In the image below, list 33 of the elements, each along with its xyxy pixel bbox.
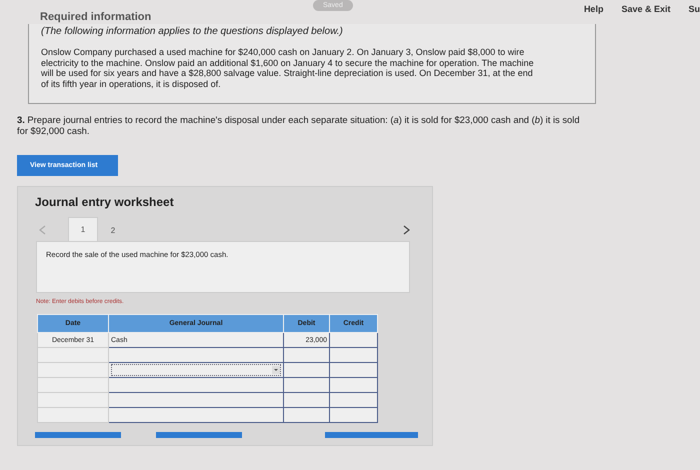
credit-input[interactable] xyxy=(330,362,378,378)
caret-icon xyxy=(272,366,280,374)
worksheet-title: Journal entry worksheet xyxy=(35,195,175,209)
account-input[interactable] xyxy=(108,378,284,392)
question-text: 3. Prepare journal entries to record the machine's disposal under each separate situation: (a) it is sold for $23,000 cash and (b) it is sold for $92,000 cash. xyxy=(17,114,581,136)
credit-input[interactable] xyxy=(330,332,378,348)
debit-input[interactable] xyxy=(284,362,330,378)
chevron-right-icon[interactable] xyxy=(403,225,410,235)
info-note: (The following information applies to the questions displayed below.) xyxy=(41,26,344,37)
date-cell xyxy=(38,348,108,362)
debit-input[interactable] xyxy=(284,378,330,392)
credit-input[interactable] xyxy=(330,348,378,362)
debit-input[interactable] xyxy=(284,408,330,422)
account-input[interactable] xyxy=(108,408,284,422)
debit-input[interactable] xyxy=(284,392,330,408)
header-link[interactable]: Help xyxy=(584,4,604,14)
date-cell xyxy=(38,378,108,392)
date-cell xyxy=(38,408,108,422)
credit-input[interactable] xyxy=(330,392,378,408)
date-cell xyxy=(38,362,108,378)
debit-input[interactable] xyxy=(284,348,330,362)
worksheet-tab[interactable]: 1 xyxy=(68,217,98,241)
date-cell xyxy=(38,392,108,408)
worksheet-tab[interactable]: 2 xyxy=(98,219,128,241)
credit-input[interactable] xyxy=(330,378,378,392)
account-input[interactable] xyxy=(108,392,284,408)
account-dropdown[interactable] xyxy=(108,362,284,378)
header-link[interactable]: Su xyxy=(688,4,700,14)
account-input[interactable] xyxy=(108,348,284,362)
credit-input[interactable] xyxy=(330,408,378,422)
section-title: Required information xyxy=(40,12,152,23)
info-paragraph: Onslow Company purchased a used machine for $240,000 cash on January 2. On January 3, Onslow paid $8,000 to wire electricity to the machine. Onslow paid an additional $1,600 on January 4 to secure the machine for operation. The machine will be used for six years and have a $28,800 salvage value. Straight-line depreciation is used. On December 31, at the end of its fifth year in operations, it is disposed of. xyxy=(41,47,535,89)
header-link[interactable]: Save & Exit xyxy=(621,4,670,14)
